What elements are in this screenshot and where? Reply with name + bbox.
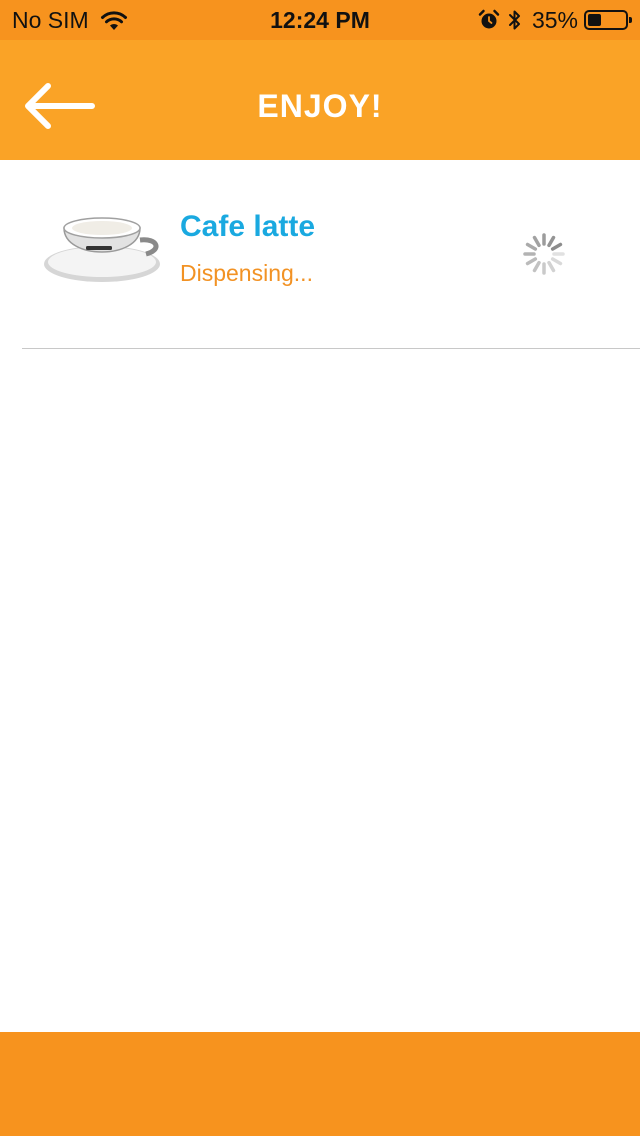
spinner-spoke xyxy=(550,242,563,251)
loading-spinner-icon xyxy=(523,233,565,275)
status-bar: No SIM 12:24 PM 35% xyxy=(0,0,640,40)
alarm-icon xyxy=(478,9,500,29)
order-list: Cafe latte Dispensing... xyxy=(0,160,640,1032)
page-title: ENJOY! xyxy=(257,87,383,124)
battery-percent: 35% xyxy=(531,6,578,33)
spinner-spoke xyxy=(532,235,541,248)
bluetooth-icon xyxy=(508,10,520,30)
spinner-spoke xyxy=(547,260,556,273)
spinner-spoke xyxy=(532,260,541,273)
spinner-spoke xyxy=(547,235,556,248)
spinner-spoke xyxy=(525,257,538,266)
product-name: Cafe latte xyxy=(180,210,316,243)
bottom-bar xyxy=(0,1032,640,1136)
battery-nub xyxy=(629,17,632,23)
spinner-spoke xyxy=(550,257,563,266)
dispensing-status: Dispensing... xyxy=(180,260,313,286)
list-item: Cafe latte Dispensing... xyxy=(0,160,640,350)
battery-level xyxy=(588,14,601,26)
battery-icon xyxy=(584,10,632,30)
divider xyxy=(22,348,640,349)
coffee-cup-image xyxy=(44,217,160,282)
status-right: 35% xyxy=(478,0,632,40)
nav-bar: ENJOY! xyxy=(0,40,640,160)
spinner-spoke xyxy=(525,242,538,251)
